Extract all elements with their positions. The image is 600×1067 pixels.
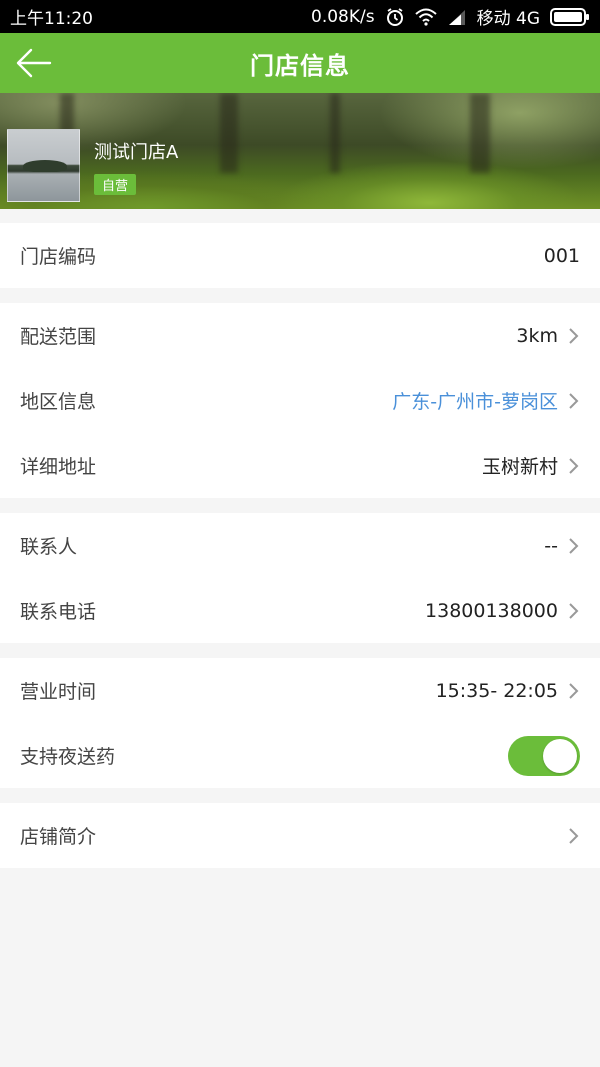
chevron-right-icon [568,392,580,410]
row-address[interactable]: 详细地址 玉树新村 [0,433,600,498]
chevron-right-icon [568,537,580,555]
row-label: 联系人 [20,536,78,558]
info-group-intro: 店铺简介 [0,803,600,868]
wifi-icon [414,8,437,26]
chevron-right-icon [568,457,580,475]
page-title: 门店信息 [250,51,350,80]
row-label: 店铺简介 [20,826,97,848]
banner-decor [220,93,238,173]
night-delivery-toggle[interactable] [508,735,580,776]
row-label: 联系电话 [20,601,97,623]
signal-icon [447,9,467,25]
banner-decor [330,93,340,173]
chevron-right-icon [568,327,580,345]
arrow-left-icon [16,48,52,78]
row-contact-phone[interactable]: 联系电话 13800138000 [0,578,600,643]
row-label: 详细地址 [20,456,97,478]
row-label: 支持夜送药 [20,746,116,768]
status-right: 0.08K/s 移动 4G [311,4,590,29]
row-delivery-range[interactable]: 配送范围 3km [0,303,600,368]
row-label: 营业时间 [20,681,97,703]
chevron-right-icon [568,682,580,700]
row-value: 15:35- 22:05 [435,679,558,702]
info-group-delivery: 配送范围 3km 地区信息 广东-广州市-萝岗区 详细地址 玉树新村 [0,303,600,498]
info-group-contact: 联系人 -- 联系电话 13800138000 [0,513,600,643]
row-label: 门店编码 [20,246,97,268]
info-group-hours: 营业时间 15:35- 22:05 支持夜送药 [0,658,600,788]
battery-icon [550,7,590,26]
row-value: 3km [516,324,558,347]
row-store-intro[interactable]: 店铺简介 [0,803,600,868]
status-time: 上午11:20 [10,9,93,29]
network-speed: 0.08K/s [311,6,375,27]
nav-bar: 门店信息 [0,33,600,93]
toggle-knob [543,738,577,773]
store-avatar[interactable] [7,129,80,202]
avatar-island [23,160,67,172]
row-region[interactable]: 地区信息 广东-广州市-萝岗区 [0,368,600,433]
status-bar: 上午11:20 0.08K/s 移动 4G [0,0,600,33]
banner-decor [470,93,490,173]
chevron-right-icon [568,602,580,620]
chevron-right-icon [568,827,580,845]
row-value: 广东-广州市-萝岗区 [392,391,558,413]
info-group-code: 门店编码 001 [0,223,600,288]
row-value: 13800138000 [425,599,558,622]
row-value: -- [544,534,558,557]
row-contact-person[interactable]: 联系人 -- [0,513,600,578]
row-value: 001 [543,244,580,267]
store-name: 测试门店A [94,142,179,163]
row-label: 配送范围 [20,326,97,348]
back-button[interactable] [12,41,56,85]
row-value: 玉树新村 [481,456,558,478]
alarm-icon [385,7,405,27]
row-store-code: 门店编码 001 [0,223,600,288]
row-label: 地区信息 [20,391,97,413]
carrier-label: 移动 4G [476,9,540,29]
store-banner: 测试门店A 自营 [0,93,600,209]
row-business-hours[interactable]: 营业时间 15:35- 22:05 [0,658,600,723]
self-operated-badge: 自营 [94,174,137,195]
row-night-delivery: 支持夜送药 [0,723,600,788]
